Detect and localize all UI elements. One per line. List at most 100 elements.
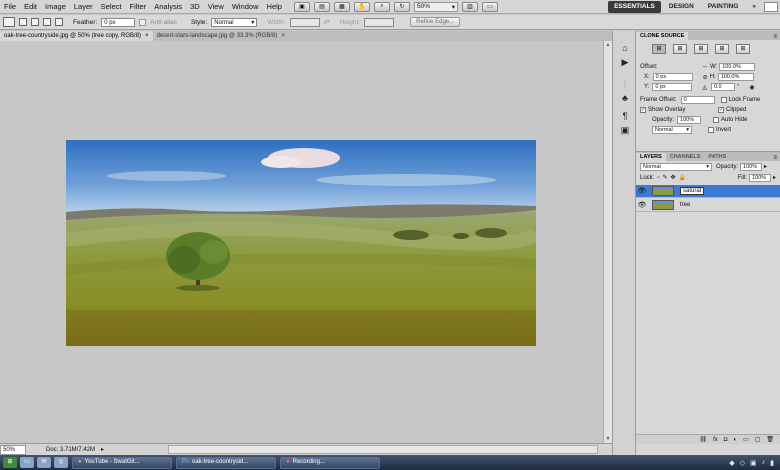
- tool-presets-icon[interactable]: ▣: [619, 125, 631, 136]
- taskbar-button-youtube[interactable]: ● YouTube - SwatGit...: [72, 456, 172, 469]
- clipped-checkbox[interactable]: ✓: [718, 107, 724, 113]
- menu-image[interactable]: Image: [41, 0, 70, 14]
- horizontal-scrollbar[interactable]: [168, 445, 598, 454]
- lock-frame-checkbox[interactable]: [720, 97, 727, 103]
- menu-window[interactable]: Window: [228, 0, 263, 14]
- fill-input[interactable]: 100%: [748, 173, 771, 182]
- show-overlay-checkbox[interactable]: ✓: [640, 107, 646, 113]
- close-icon[interactable]: ×: [145, 31, 149, 41]
- tab-paths[interactable]: PATHS: [704, 153, 730, 161]
- feather-input[interactable]: 0 px: [101, 17, 136, 27]
- eye-icon[interactable]: 👁: [636, 201, 648, 209]
- clone-source-2-icon[interactable]: ⊞: [673, 44, 687, 54]
- zoom-tool-icon[interactable]: ⌕: [373, 1, 390, 12]
- taskbar-button-photoshop[interactable]: Ps oak-tree-countrysid...: [176, 456, 276, 469]
- frame-offset-input[interactable]: 0: [680, 96, 715, 104]
- layer-style-icon[interactable]: fx: [713, 437, 718, 443]
- arrange-documents-icon[interactable]: ▥: [461, 1, 478, 12]
- mail-icon[interactable]: ✉: [37, 457, 51, 468]
- menu-analysis[interactable]: Analysis: [150, 0, 186, 14]
- workspace-essentials[interactable]: ESSENTIALS: [608, 1, 661, 13]
- menu-help[interactable]: Help: [263, 0, 286, 14]
- marquee-tool-icon[interactable]: [3, 17, 15, 27]
- brushes-icon[interactable]: ⫶: [619, 79, 631, 90]
- tray-icon[interactable]: ◇: [740, 459, 745, 467]
- tab-layers[interactable]: LAYERS: [636, 153, 666, 161]
- y-input[interactable]: 0 px: [652, 83, 693, 91]
- x-input[interactable]: 0 px: [652, 73, 693, 81]
- tray-icon[interactable]: ▣: [750, 459, 757, 467]
- layer-name-input[interactable]: saturat: [680, 187, 705, 195]
- swap-icon[interactable]: ⇄: [324, 18, 330, 26]
- clone-source-4-icon[interactable]: ⊞: [715, 44, 729, 54]
- link-layers-icon[interactable]: ⛓: [699, 436, 707, 443]
- width-input[interactable]: [289, 17, 320, 27]
- menu-file[interactable]: File: [0, 0, 20, 14]
- vertical-scrollbar[interactable]: ▲ ▼: [603, 41, 612, 443]
- taskbar-button-recording[interactable]: ● Recording...: [280, 456, 380, 469]
- menu-view[interactable]: View: [204, 0, 228, 14]
- search-field[interactable]: [764, 2, 778, 12]
- lock-all-icon[interactable]: 🔒: [679, 174, 686, 181]
- actions-icon[interactable]: ▶: [619, 57, 631, 68]
- workspace-painting[interactable]: PAINTING: [702, 1, 745, 13]
- screen-mode-icon[interactable]: ▭: [481, 1, 498, 12]
- workspace-more[interactable]: »: [746, 1, 762, 13]
- minibridge-icon[interactable]: ▤: [313, 1, 330, 12]
- volume-icon[interactable]: ♪: [762, 459, 766, 467]
- reset-transform-icon[interactable]: ◉: [749, 84, 754, 91]
- style-select[interactable]: Normal ▾: [211, 17, 258, 27]
- fill-arrow-icon[interactable]: ▸: [773, 174, 776, 181]
- doc-tab-desert-stars[interactable]: desert-stars-landscape.jpg @ 33.3% (RGB/…: [153, 31, 289, 41]
- close-icon[interactable]: ×: [281, 31, 285, 41]
- lock-transparency-icon[interactable]: ▫: [657, 175, 659, 181]
- new-group-icon[interactable]: ▭: [743, 436, 749, 443]
- extras-icon[interactable]: ▦: [333, 1, 350, 12]
- new-selection-icon[interactable]: [19, 18, 27, 26]
- opacity-arrow-icon[interactable]: ▸: [764, 163, 767, 170]
- panel-menu-icon[interactable]: ≡: [773, 34, 780, 40]
- network-icon[interactable]: ▮: [770, 459, 774, 467]
- doc-tab-oak-tree[interactable]: oak-tree-countryside.jpg @ 50% (tree cop…: [0, 31, 153, 41]
- height-input[interactable]: [364, 17, 395, 27]
- clone-source-3-icon[interactable]: ⊞: [694, 44, 708, 54]
- menu-3d[interactable]: 3D: [186, 0, 204, 14]
- clone-source-1-icon[interactable]: ⊞: [652, 44, 666, 54]
- bridge-icon[interactable]: ▣: [293, 1, 310, 12]
- rotate-view-icon[interactable]: ↻: [393, 1, 410, 12]
- layer-row[interactable]: 👁 saturat: [636, 185, 780, 198]
- invert-checkbox[interactable]: [708, 127, 714, 133]
- tray-icon[interactable]: ◆: [729, 459, 734, 467]
- auto-hide-checkbox[interactable]: [713, 117, 720, 123]
- canvas-area[interactable]: [0, 41, 603, 443]
- desktop-icon[interactable]: ▭: [20, 457, 34, 468]
- zoom-status-field[interactable]: 50%: [0, 444, 26, 455]
- panel-menu-icon[interactable]: ≡: [773, 155, 780, 161]
- menu-filter[interactable]: Filter: [126, 0, 151, 14]
- eye-icon[interactable]: 👁: [636, 187, 648, 195]
- browser-icon[interactable]: ◎: [54, 457, 68, 468]
- overlay-opacity-input[interactable]: 100%: [677, 116, 702, 124]
- scroll-down-icon[interactable]: ▼: [605, 436, 611, 442]
- new-layer-icon[interactable]: ▢: [755, 436, 761, 443]
- layer-row[interactable]: 👁 tree: [636, 199, 780, 212]
- opacity-input[interactable]: 100%: [740, 162, 763, 171]
- add-selection-icon[interactable]: [31, 18, 39, 26]
- antialias-checkbox[interactable]: [139, 18, 147, 26]
- scroll-up-icon[interactable]: ▲: [605, 42, 611, 48]
- tab-channels[interactable]: CHANNELS: [666, 153, 705, 161]
- layer-mask-icon[interactable]: ◘: [724, 437, 728, 443]
- status-menu-icon[interactable]: ▸: [101, 446, 104, 453]
- w-input[interactable]: 100.0%: [719, 63, 756, 71]
- paragraph-icon[interactable]: ¶: [619, 111, 631, 122]
- menu-layer[interactable]: Layer: [70, 0, 97, 14]
- workspace-design[interactable]: DESIGN: [663, 1, 700, 13]
- blend-mode-select[interactable]: Normal ▾: [640, 162, 712, 171]
- menu-edit[interactable]: Edit: [20, 0, 41, 14]
- refine-edge-button[interactable]: Refine Edge...: [410, 17, 461, 27]
- zoom-level-select[interactable]: 50% ▾: [413, 1, 458, 12]
- adjustment-layer-icon[interactable]: ◐: [733, 437, 737, 443]
- hand-icon[interactable]: ✋: [353, 1, 370, 12]
- trash-icon[interactable]: 🗑: [766, 436, 774, 443]
- clone-source-5-icon[interactable]: ⊞: [736, 44, 750, 54]
